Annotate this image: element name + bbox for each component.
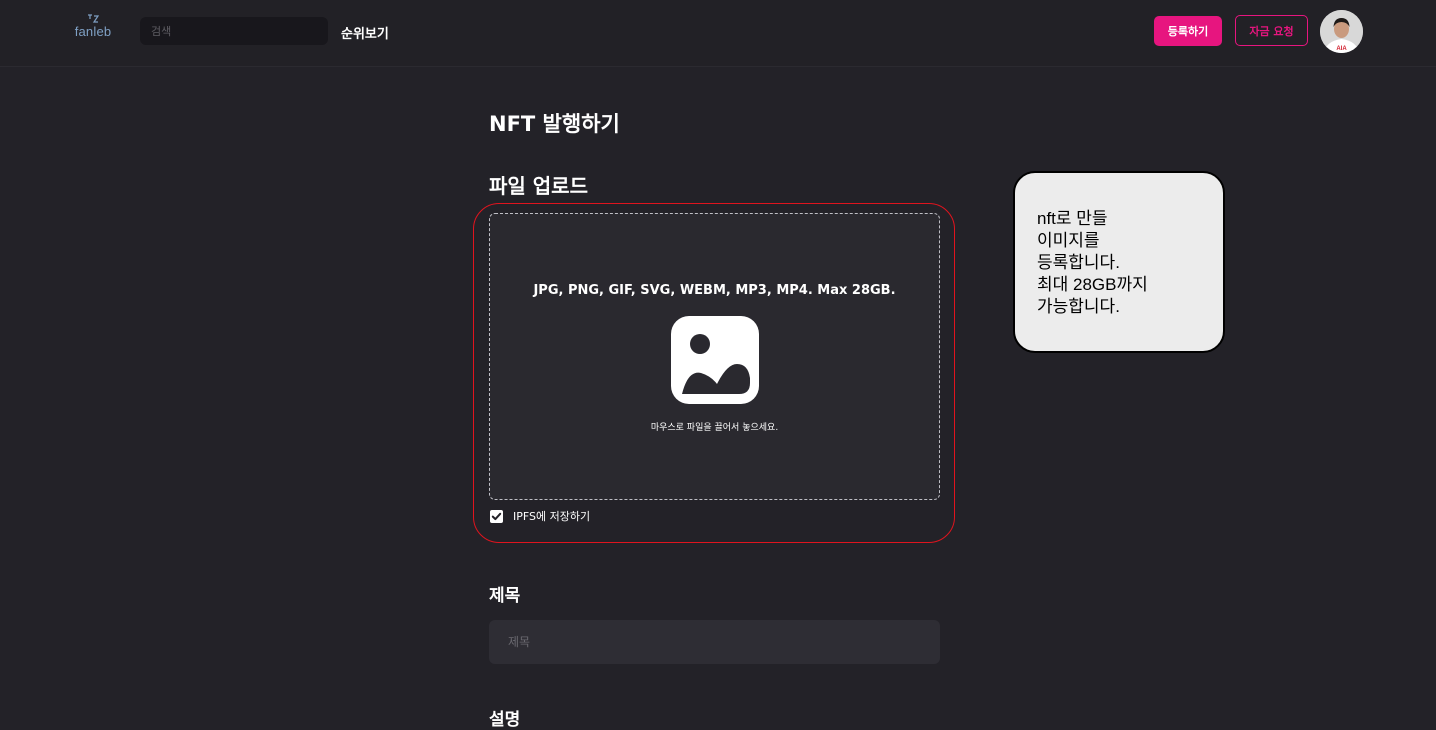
- checkbox-checked[interactable]: [490, 509, 503, 523]
- page-title: NFT 발행하기: [489, 112, 620, 136]
- avatar[interactable]: AIA: [1320, 10, 1363, 53]
- ipfs-label: IPFS에 저장하기: [513, 510, 591, 523]
- search-input[interactable]: [140, 17, 328, 45]
- callout-line: 가능합니다.: [1037, 297, 1120, 316]
- callout-line: 이미지를: [1037, 231, 1100, 250]
- image-icon: [671, 316, 759, 404]
- top-nav: fanleb 순위보기 등록하기 자금 요청 AIA: [0, 0, 1436, 67]
- title-section-label: 제목: [489, 586, 521, 606]
- logo[interactable]: fanleb: [73, 14, 113, 39]
- nav-rank-link[interactable]: 순위보기: [341, 23, 389, 42]
- logo-icon: [88, 14, 100, 23]
- check-icon: [491, 512, 502, 520]
- annotation-callout: nft로 만들 이미지를 등록합니다. 최대 28GB까지 가능합니다.: [1013, 171, 1225, 353]
- svg-text:AIA: AIA: [1336, 46, 1347, 52]
- callout-line: 최대 28GB까지: [1037, 275, 1148, 294]
- file-dropzone[interactable]: JPG, PNG, GIF, SVG, WEBM, MP3, MP4. Max …: [489, 213, 940, 500]
- drop-hint: 마우스로 파일을 끌어서 놓으세요.: [650, 423, 779, 433]
- title-input[interactable]: [489, 620, 940, 664]
- callout-line: 등록합니다.: [1037, 253, 1120, 272]
- logo-text: fanleb: [74, 24, 112, 39]
- allowed-formats: JPG, PNG, GIF, SVG, WEBM, MP3, MP4. Max …: [533, 283, 896, 298]
- description-section-label: 설명: [489, 710, 521, 730]
- avatar-image: AIA: [1320, 10, 1363, 53]
- fund-request-button[interactable]: 자금 요청: [1235, 15, 1308, 46]
- register-button[interactable]: 등록하기: [1154, 16, 1222, 46]
- ipfs-checkbox[interactable]: IPFS에 저장하기: [490, 508, 590, 524]
- callout-line: nft로 만들: [1037, 209, 1108, 228]
- upload-section-title: 파일 업로드: [489, 174, 588, 198]
